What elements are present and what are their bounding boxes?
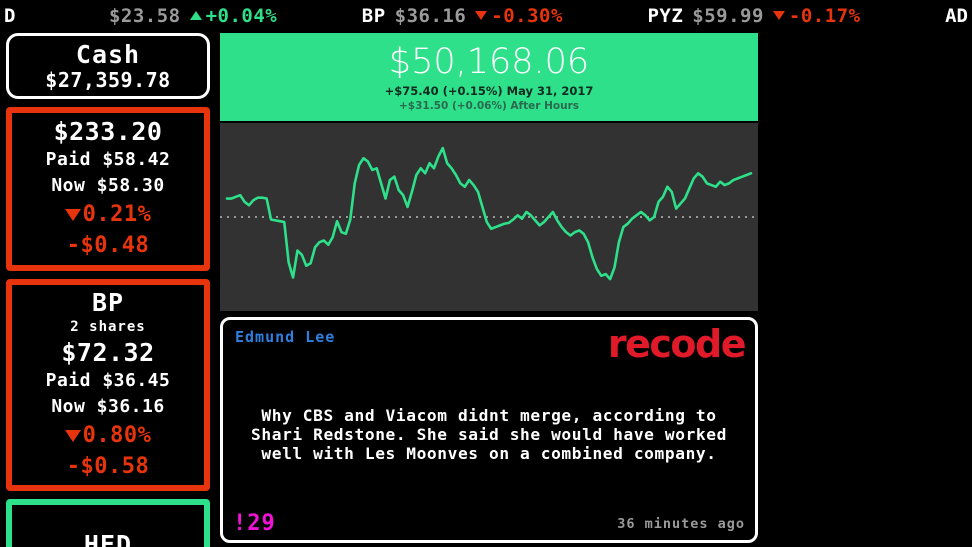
- ticker-price: $23.58: [108, 4, 181, 27]
- ticker-change-value: +0.04%: [205, 4, 278, 27]
- cash-card: Cash $27,359.78: [6, 33, 210, 99]
- position-delta: -$0.48: [66, 233, 150, 258]
- position-card: BP 2 shares $72.32 Paid $36.45 Now $36.1…: [6, 279, 210, 491]
- position-symbol: BP: [91, 288, 125, 317]
- position-card: $233.20 Paid $58.42 Now $58.30 0.21% -$0…: [6, 107, 210, 271]
- arrow-down-icon: [475, 11, 488, 20]
- position-value: $72.32: [61, 338, 155, 367]
- position-paid: Paid $36.45: [45, 370, 171, 391]
- position-delta: -$0.58: [66, 454, 150, 479]
- ticker-symbol: PYZ: [647, 4, 684, 27]
- ticker-bar: D $23.58 +0.04% BP $36.16 -0.30% PYZ $59…: [0, 0, 972, 31]
- portfolio-total-value: $50,168.06: [388, 42, 590, 82]
- ticker-right-edge: AD: [945, 4, 968, 27]
- ticker-change: +0.04%: [189, 4, 278, 27]
- stream-sidebar: Market Open 07:43:33:65 TOP DONATION Luk…: [762, 31, 972, 547]
- triangle-down-icon: [64, 208, 81, 221]
- news-source-logo: recode: [607, 322, 747, 366]
- position-percent-value: 0.80%: [82, 423, 152, 448]
- news-headline: Why CBS and Viacom didnt merge, accordin…: [251, 406, 727, 463]
- position-percent-value: 0.21%: [82, 202, 152, 227]
- ticker-change-value: -0.30%: [491, 4, 563, 27]
- arrow-up-icon: [189, 11, 202, 20]
- position-shares: 2 shares: [70, 319, 146, 335]
- news-author: Edmund Lee: [235, 328, 336, 346]
- stock-stream-dashboard: D $23.58 +0.04% BP $36.16 -0.30% PYZ $59…: [0, 0, 972, 547]
- position-card: HED: [6, 499, 210, 547]
- portfolio-sidebar: Cash $27,359.78 $233.20 Paid $58.42 Now …: [0, 31, 216, 547]
- ticker-item-1: BP $36.16 -0.30%: [362, 5, 563, 27]
- ticker-change-value: -0.17%: [788, 4, 861, 27]
- cash-label: Cash: [75, 39, 141, 69]
- position-now: Now $36.16: [51, 396, 165, 417]
- ticker-price: $36.16: [394, 4, 467, 27]
- main-quote-column: $50,168.06 +$75.40 (+0.15%) May 31, 2017…: [216, 31, 762, 547]
- position-paid: Paid $58.42: [45, 149, 171, 170]
- ticker-item-2: PYZ $59.99 -0.17%: [647, 5, 860, 27]
- news-count-badge: !29: [233, 511, 276, 536]
- position-now: Now $58.30: [51, 175, 165, 196]
- ticker-change: -0.30%: [475, 5, 563, 27]
- ticker-price: $59.99: [692, 4, 764, 27]
- position-percent: 0.80%: [64, 420, 152, 451]
- arrow-down-icon: [772, 11, 785, 20]
- chart-line: [225, 146, 753, 281]
- ticker-change: -0.17%: [772, 4, 861, 27]
- cash-value: $27,359.78: [45, 67, 171, 92]
- position-symbol: HED: [83, 529, 133, 547]
- triangle-down-icon: [64, 429, 81, 442]
- portfolio-after-hours: +$31.50 (+0.06%) After Hours: [398, 100, 580, 112]
- position-percent: 0.21%: [64, 199, 152, 230]
- portfolio-chart: [220, 123, 758, 311]
- portfolio-total-header: $50,168.06 +$75.40 (+0.15%) May 31, 2017…: [220, 33, 758, 121]
- ticker-item-0: $23.58 +0.04%: [100, 5, 277, 27]
- news-card: Edmund Lee recode Why CBS and Viacom did…: [220, 317, 758, 543]
- chart-svg: [220, 146, 758, 281]
- ticker-left-edge: D: [4, 4, 16, 27]
- ticker-symbol: BP: [361, 4, 386, 27]
- portfolio-change: +$75.40 (+0.15%) May 31, 2017: [384, 84, 594, 98]
- news-timestamp: 36 minutes ago: [617, 516, 745, 532]
- position-value: $233.20: [53, 117, 163, 146]
